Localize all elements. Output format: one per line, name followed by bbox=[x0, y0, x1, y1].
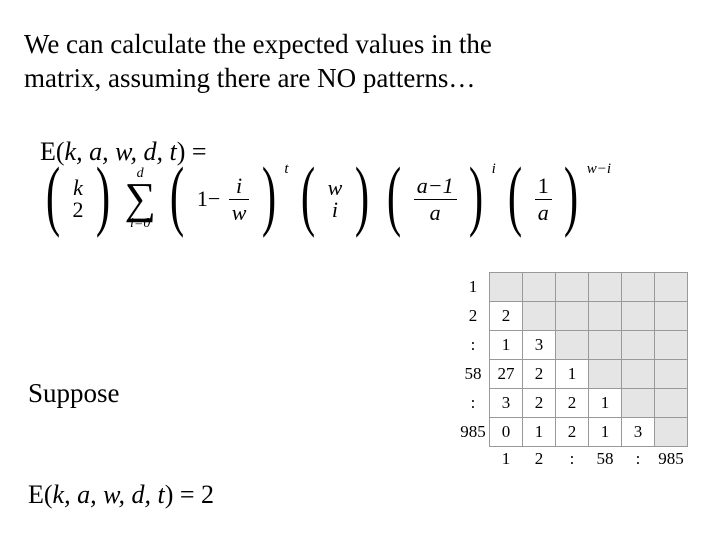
slide-title: We can calculate the expected values in … bbox=[24, 28, 696, 96]
eq-prefix: E( bbox=[28, 480, 53, 509]
matrix-cell: 1 bbox=[589, 389, 622, 418]
matrix-cell bbox=[523, 273, 556, 302]
matrix-cell bbox=[589, 302, 622, 331]
matrix-cell bbox=[589, 273, 622, 302]
matrix-cell bbox=[655, 389, 688, 418]
matrix-cell: 2 bbox=[556, 389, 589, 418]
col-label: : bbox=[556, 447, 589, 472]
matrix-cell: 1 bbox=[556, 360, 589, 389]
matrix-cell: 3 bbox=[490, 389, 523, 418]
formula-rhs: ( k 2 ) d ∑ i=0 ( 1− i w ) t ( w i bbox=[40, 167, 611, 231]
row-label: : bbox=[457, 389, 490, 418]
matrix-cell bbox=[523, 302, 556, 331]
paren-close-4: ) bbox=[469, 165, 483, 225]
table-row: 985 0 1 2 1 3 bbox=[457, 418, 688, 447]
term1-exp: t bbox=[284, 161, 288, 178]
matrix-table: 1 2 2 : 1 3 bbox=[457, 272, 688, 471]
binom-w-i: w i bbox=[328, 177, 343, 221]
table-row: 58 27 2 1 bbox=[457, 360, 688, 389]
matrix-cell: 3 bbox=[622, 418, 655, 447]
title-line-1: We can calculate the expected values in … bbox=[24, 29, 492, 59]
row-label: 2 bbox=[457, 302, 490, 331]
term1-frac: i w bbox=[229, 175, 250, 224]
matrix-cell: 3 bbox=[523, 331, 556, 360]
paren-open-5: ( bbox=[508, 165, 522, 225]
formula: E(k, a, w, d, t) = ( k 2 ) d ∑ i=0 ( 1− … bbox=[40, 135, 720, 231]
matrix-cell: 0 bbox=[490, 418, 523, 447]
equation-line: E(k, a, w, d, t) = 2 bbox=[28, 480, 214, 510]
paren-close-5: ) bbox=[564, 165, 578, 225]
matrix-cell: 1 bbox=[589, 418, 622, 447]
matrix-cell bbox=[622, 273, 655, 302]
binom-k-2: k 2 bbox=[72, 177, 83, 221]
row-label: 58 bbox=[457, 360, 490, 389]
eq-suffix: ) = 2 bbox=[165, 480, 214, 509]
matrix-cell: 2 bbox=[523, 360, 556, 389]
term3-exp: i bbox=[492, 161, 496, 178]
matrix-cell bbox=[556, 331, 589, 360]
matrix-cell bbox=[655, 302, 688, 331]
col-label: 1 bbox=[490, 447, 523, 472]
summation: d ∑ i=0 bbox=[124, 167, 155, 231]
col-label: : bbox=[622, 447, 655, 472]
row-label: : bbox=[457, 331, 490, 360]
term4-exp: w−i bbox=[587, 161, 611, 178]
matrix-cell: 2 bbox=[523, 389, 556, 418]
matrix-cell bbox=[556, 273, 589, 302]
matrix-cell: 2 bbox=[556, 418, 589, 447]
slide: We can calculate the expected values in … bbox=[0, 0, 720, 540]
title-line-2: matrix, assuming there are NO patterns… bbox=[24, 63, 475, 93]
paren-close-2: ) bbox=[262, 165, 276, 225]
col-label: 2 bbox=[523, 447, 556, 472]
paren-close-1: ) bbox=[96, 165, 110, 225]
paren-open-2: ( bbox=[170, 165, 184, 225]
paren-open-1: ( bbox=[46, 165, 60, 225]
term4-frac: 1 a bbox=[535, 175, 552, 224]
matrix-cell bbox=[622, 389, 655, 418]
matrix-cell bbox=[490, 273, 523, 302]
col-label: 985 bbox=[655, 447, 688, 472]
matrix-cell: 1 bbox=[523, 418, 556, 447]
matrix-cell bbox=[622, 360, 655, 389]
col-label-row: 1 2 : 58 : 985 bbox=[457, 447, 688, 472]
table-row: : 3 2 2 1 bbox=[457, 389, 688, 418]
matrix-cell bbox=[655, 360, 688, 389]
row-label: 985 bbox=[457, 418, 490, 447]
matrix-cell: 2 bbox=[490, 302, 523, 331]
matrix-cell bbox=[655, 418, 688, 447]
term3-frac: a−1 a bbox=[414, 175, 457, 224]
term1-left: 1− bbox=[197, 186, 220, 212]
row-label: 1 bbox=[457, 273, 490, 302]
table-row: : 1 3 bbox=[457, 331, 688, 360]
matrix: 1 2 2 : 1 3 bbox=[457, 272, 688, 471]
eq-args: k, a, w, d, t bbox=[53, 480, 165, 509]
table-row: 2 2 bbox=[457, 302, 688, 331]
paren-close-3: ) bbox=[355, 165, 369, 225]
matrix-cell bbox=[622, 331, 655, 360]
matrix-cell bbox=[589, 360, 622, 389]
matrix-cell bbox=[589, 331, 622, 360]
paren-open-3: ( bbox=[301, 165, 315, 225]
paren-open-4: ( bbox=[387, 165, 401, 225]
matrix-cell bbox=[622, 302, 655, 331]
matrix-cell bbox=[655, 331, 688, 360]
col-label: 58 bbox=[589, 447, 622, 472]
matrix-cell bbox=[556, 302, 589, 331]
matrix-cell: 27 bbox=[490, 360, 523, 389]
matrix-cell: 1 bbox=[490, 331, 523, 360]
table-row: 1 bbox=[457, 273, 688, 302]
matrix-cell bbox=[655, 273, 688, 302]
suppose-label: Suppose bbox=[28, 378, 120, 409]
formula-args: k, a, w, d, t bbox=[65, 137, 177, 166]
